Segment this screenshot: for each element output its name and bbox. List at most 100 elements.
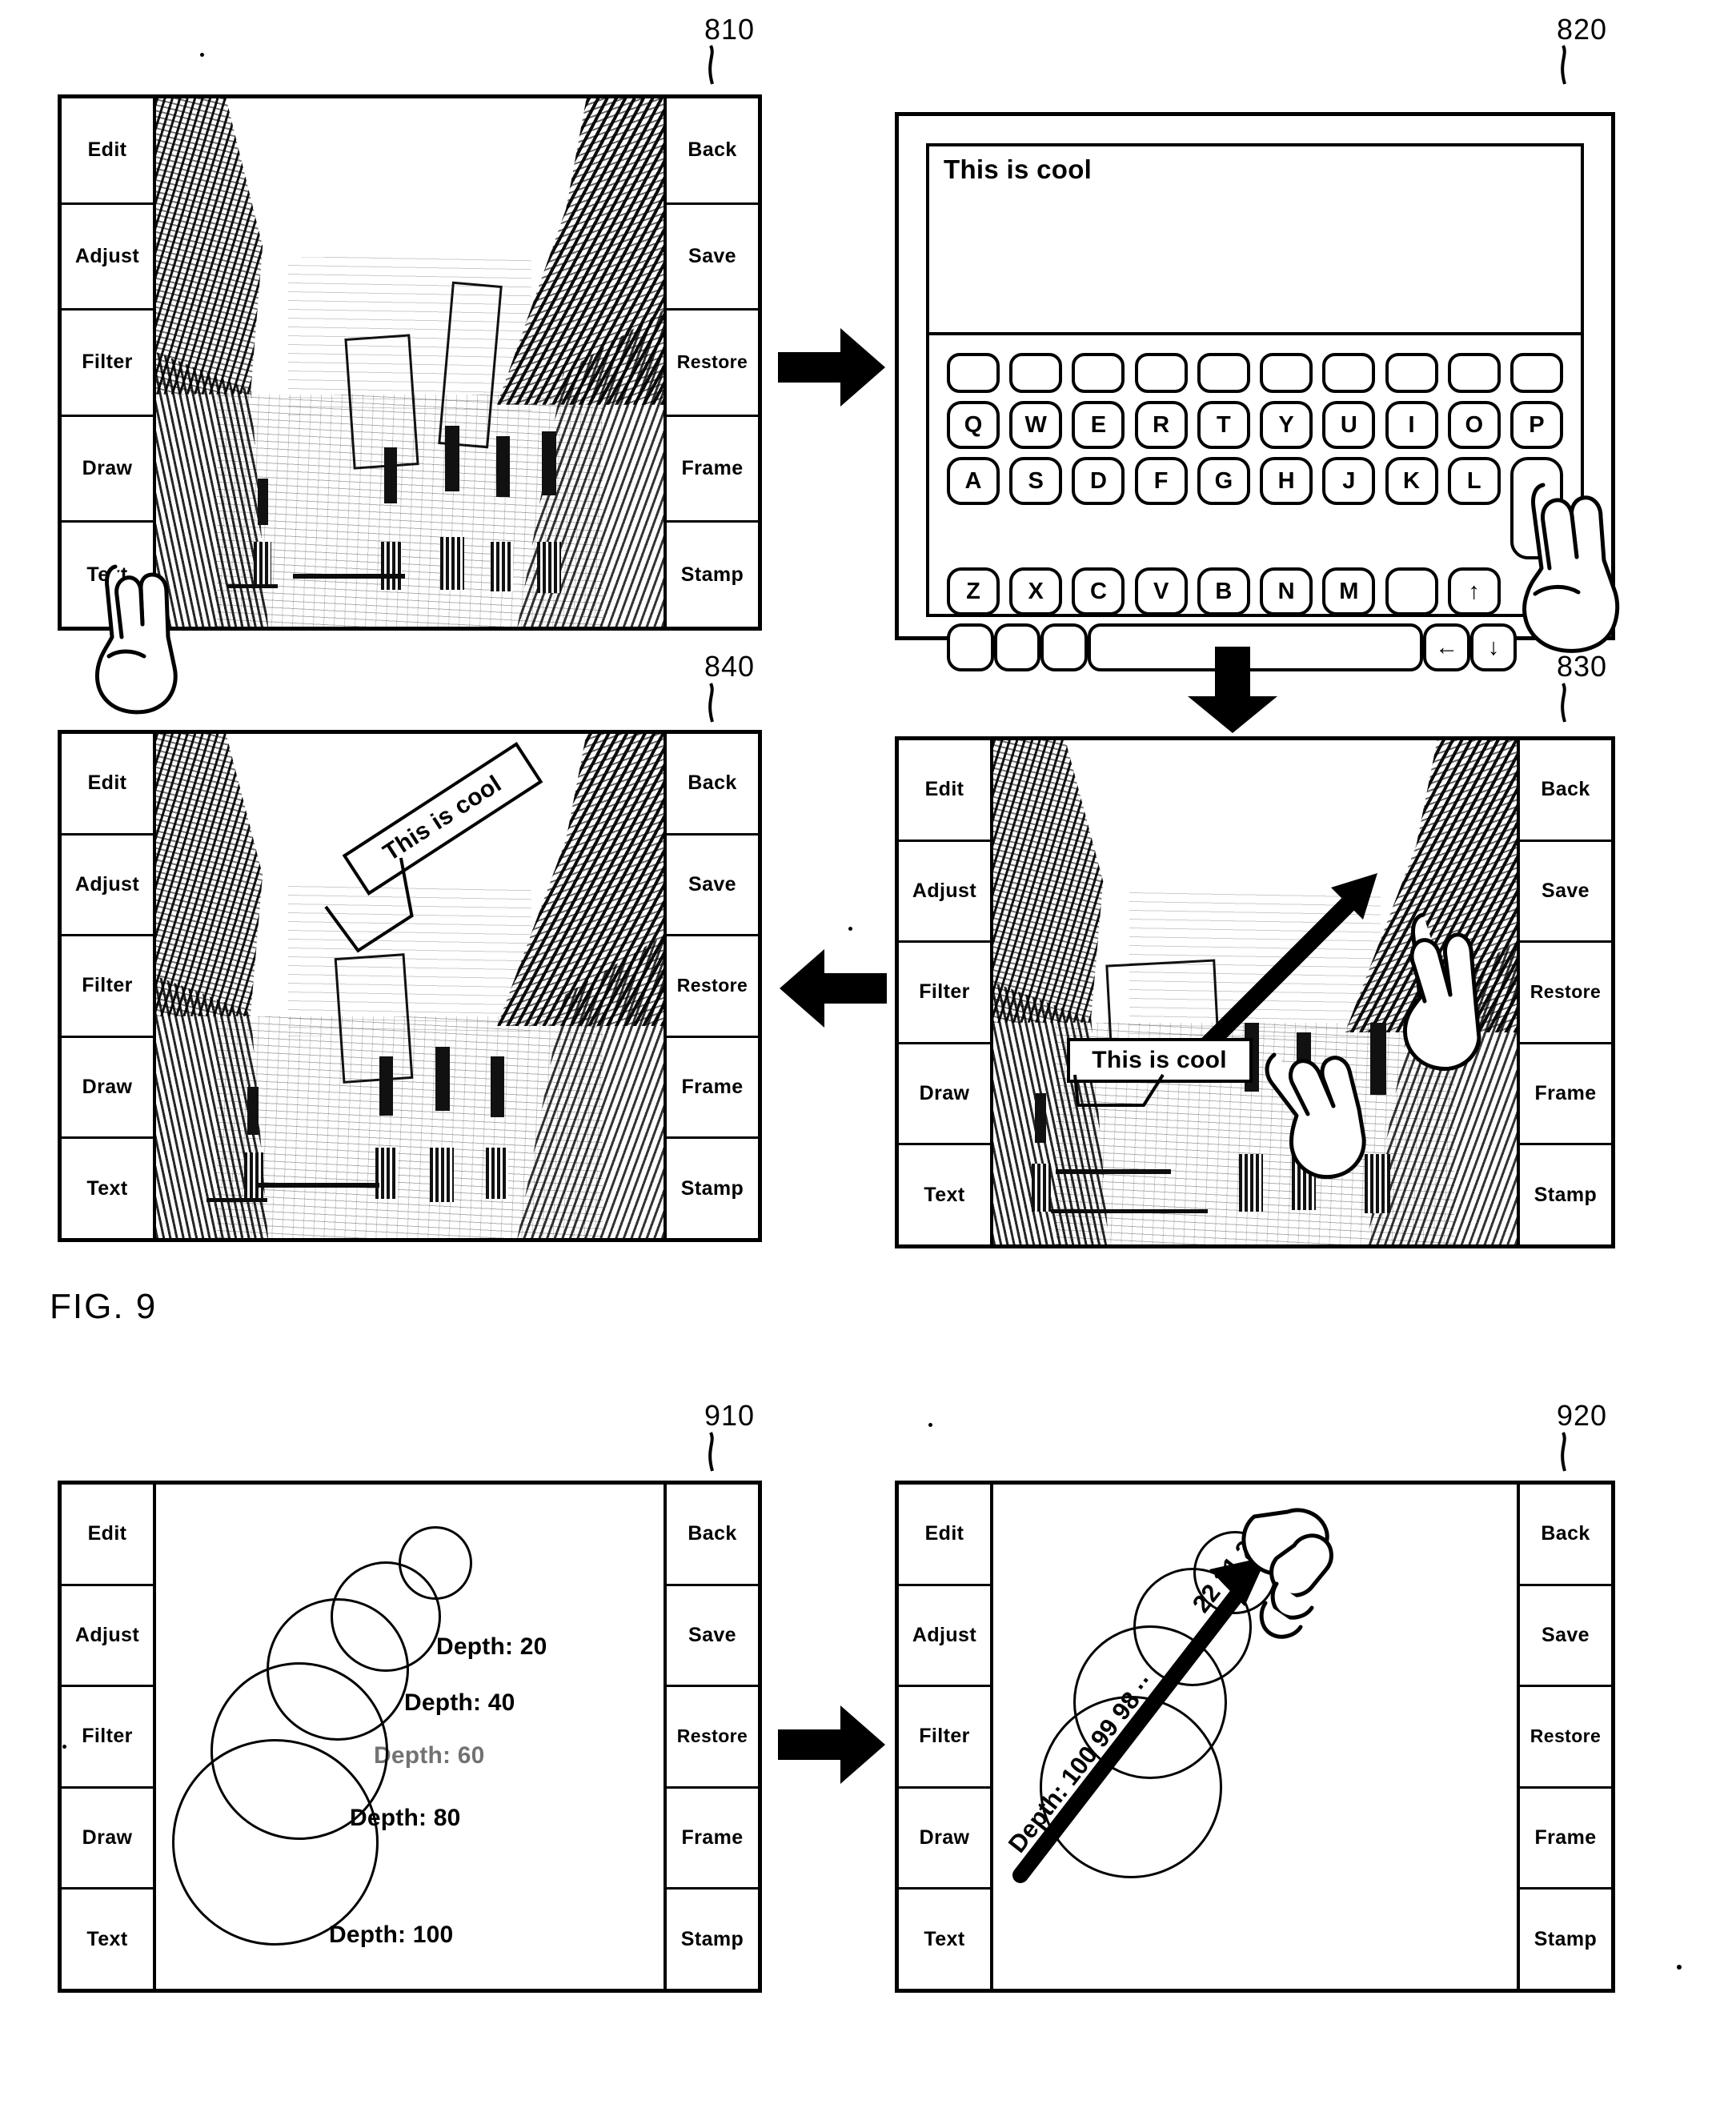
- menu-item-stamp[interactable]: Stamp: [1520, 1145, 1611, 1244]
- menu-item-filter[interactable]: Filter: [62, 1687, 153, 1789]
- menu-item-draw[interactable]: Draw: [899, 1789, 990, 1890]
- menu-item-filter[interactable]: Filter: [899, 943, 990, 1044]
- key-n[interactable]: N: [1260, 567, 1313, 615]
- menu-item-filter[interactable]: Filter: [62, 936, 153, 1038]
- key-m[interactable]: M: [1322, 567, 1376, 615]
- arrow-up-icon[interactable]: ↑: [1447, 567, 1501, 615]
- menu-item-back[interactable]: Back: [667, 734, 758, 836]
- menu-item-back[interactable]: Back: [1520, 740, 1611, 842]
- key-blank-0-7[interactable]: [1385, 353, 1438, 393]
- menu-item-draw[interactable]: Draw: [62, 417, 153, 523]
- key-blank-0-4[interactable]: [1197, 353, 1250, 393]
- key-x[interactable]: X: [1009, 567, 1063, 615]
- key-blank-0-6[interactable]: [1322, 353, 1376, 393]
- menu-item-restore[interactable]: Restore: [667, 311, 758, 417]
- menu-item-text[interactable]: Text: [62, 523, 153, 627]
- menu-item-stamp[interactable]: Stamp: [667, 1890, 758, 1989]
- menu-item-back[interactable]: Back: [667, 98, 758, 205]
- key-blank-0-5[interactable]: [1260, 353, 1313, 393]
- menu-item-restore[interactable]: Restore: [667, 1687, 758, 1789]
- menu-item-filter[interactable]: Filter: [62, 311, 153, 417]
- menu-item-save[interactable]: Save: [667, 836, 758, 937]
- key-blank-0-9[interactable]: [1509, 353, 1563, 393]
- menu-item-edit[interactable]: Edit: [62, 98, 153, 205]
- key-r[interactable]: R: [1134, 401, 1188, 449]
- key-blank-0-0[interactable]: [947, 353, 1000, 393]
- menu-item-restore[interactable]: Restore: [1520, 1687, 1611, 1789]
- key-enter[interactable]: [1509, 457, 1563, 559]
- key-blank-0-1[interactable]: [1009, 353, 1063, 393]
- key-blank-4-0[interactable]: [947, 623, 994, 671]
- menu-item-back[interactable]: Back: [667, 1485, 758, 1586]
- menu-item-edit[interactable]: Edit: [62, 734, 153, 836]
- key-blank-0-2[interactable]: [1072, 353, 1125, 393]
- key-k[interactable]: K: [1385, 457, 1438, 505]
- key-p[interactable]: P: [1509, 401, 1563, 449]
- menu-item-edit[interactable]: Edit: [899, 740, 990, 842]
- menu-item-adjust[interactable]: Adjust: [62, 205, 153, 311]
- depth-canvas-910[interactable]: Depth: 20 Depth: 40 Depth: 60 Depth: 80 …: [156, 1485, 664, 1989]
- menu-item-save[interactable]: Save: [667, 1586, 758, 1688]
- menu-item-stamp[interactable]: Stamp: [1520, 1890, 1611, 1989]
- photo-canvas-810[interactable]: [156, 98, 664, 627]
- menu-item-save[interactable]: Save: [1520, 842, 1611, 944]
- key-i[interactable]: I: [1385, 401, 1438, 449]
- key-z[interactable]: Z: [947, 567, 1000, 615]
- key-blank-3-7[interactable]: [1385, 567, 1438, 615]
- key-t[interactable]: T: [1197, 401, 1250, 449]
- menu-item-draw[interactable]: Draw: [62, 1789, 153, 1890]
- key-blank-4-2[interactable]: [1040, 623, 1088, 671]
- key-u[interactable]: U: [1322, 401, 1376, 449]
- menu-item-text[interactable]: Text: [62, 1890, 153, 1989]
- key-j[interactable]: J: [1322, 457, 1376, 505]
- key-w[interactable]: W: [1009, 401, 1063, 449]
- menu-item-text[interactable]: Text: [899, 1145, 990, 1244]
- key-s[interactable]: S: [1009, 457, 1063, 505]
- key-y[interactable]: Y: [1260, 401, 1313, 449]
- key-d[interactable]: D: [1072, 457, 1125, 505]
- photo-canvas-830[interactable]: This is cool: [993, 740, 1517, 1244]
- menu-item-frame[interactable]: Frame: [667, 417, 758, 523]
- photo-canvas-840[interactable]: This is cool: [156, 734, 664, 1238]
- key-e[interactable]: E: [1072, 401, 1125, 449]
- menu-item-restore[interactable]: Restore: [667, 936, 758, 1038]
- key-f[interactable]: F: [1134, 457, 1188, 505]
- key-blank-0-3[interactable]: [1134, 353, 1188, 393]
- menu-item-edit[interactable]: Edit: [62, 1485, 153, 1586]
- menu-item-save[interactable]: Save: [1520, 1586, 1611, 1688]
- menu-item-adjust[interactable]: Adjust: [62, 836, 153, 937]
- menu-item-adjust[interactable]: Adjust: [899, 1586, 990, 1688]
- menu-item-back[interactable]: Back: [1520, 1485, 1611, 1586]
- key-l[interactable]: L: [1447, 457, 1501, 505]
- menu-item-save[interactable]: Save: [667, 205, 758, 311]
- menu-item-restore[interactable]: Restore: [1520, 943, 1611, 1044]
- backspace-icon[interactable]: ←: [1423, 623, 1470, 671]
- depth-canvas-920[interactable]: Depth: 100 99 98 ·· 22 21 21: [993, 1485, 1517, 1989]
- key-q[interactable]: Q: [947, 401, 1000, 449]
- menu-item-frame[interactable]: Frame: [667, 1038, 758, 1140]
- menu-item-frame[interactable]: Frame: [1520, 1789, 1611, 1890]
- menu-item-adjust[interactable]: Adjust: [899, 842, 990, 944]
- key-a[interactable]: A: [947, 457, 1000, 505]
- key-g[interactable]: G: [1197, 457, 1250, 505]
- menu-item-text[interactable]: Text: [899, 1890, 990, 1989]
- menu-item-text[interactable]: Text: [62, 1139, 153, 1238]
- key-o[interactable]: O: [1447, 401, 1501, 449]
- menu-item-draw[interactable]: Draw: [62, 1038, 153, 1140]
- menu-item-filter[interactable]: Filter: [899, 1687, 990, 1789]
- menu-item-draw[interactable]: Draw: [899, 1044, 990, 1146]
- key-v[interactable]: V: [1134, 567, 1188, 615]
- key-c[interactable]: C: [1072, 567, 1125, 615]
- menu-item-adjust[interactable]: Adjust: [62, 1586, 153, 1688]
- depth-circle-100[interactable]: [172, 1739, 379, 1946]
- key-b[interactable]: B: [1197, 567, 1250, 615]
- menu-item-stamp[interactable]: Stamp: [667, 523, 758, 627]
- menu-item-stamp[interactable]: Stamp: [667, 1139, 758, 1238]
- menu-item-frame[interactable]: Frame: [1520, 1044, 1611, 1146]
- arrow-down-icon[interactable]: ↓: [1469, 623, 1517, 671]
- text-entry-screen[interactable]: This is cool: [926, 143, 1584, 335]
- key-blank-4-1[interactable]: [993, 623, 1041, 671]
- onscreen-keyboard[interactable]: Q W E R T Y U I O P A S D F G H J K L Z …: [926, 335, 1584, 671]
- key-h[interactable]: H: [1260, 457, 1313, 505]
- key-blank-0-8[interactable]: [1447, 353, 1501, 393]
